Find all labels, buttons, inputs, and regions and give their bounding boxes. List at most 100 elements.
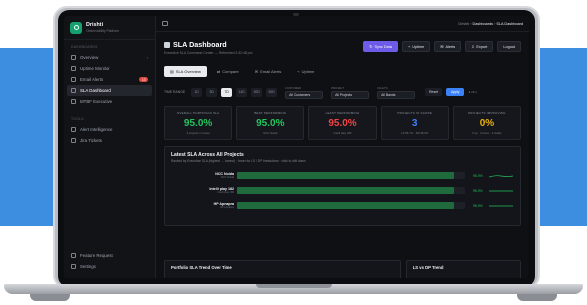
clock-icon: [71, 99, 76, 104]
laptop-foot-right: [517, 294, 557, 301]
breadcrumb-mid[interactable]: Dashboards: [473, 22, 493, 26]
sync-data-button[interactable]: ↻ Sync Data: [363, 41, 398, 52]
customer-select[interactable]: All Customers: [285, 90, 324, 99]
header-actions: ↻ Sync Data ⌁ Uptime ✉ Alerts ⇩ Export Logou…: [363, 41, 521, 52]
brand[interactable]: Drishti Observability Platform: [64, 16, 155, 40]
project-select[interactable]: All Projects: [331, 90, 370, 99]
kpi-card[interactable]: OVERALL PORTFOLIO SLA 95.0% 3 projects i…: [164, 106, 233, 140]
download-icon: ⇩: [471, 45, 475, 49]
sla-bar-fill: [237, 202, 454, 209]
page-subtitle: Executive SLA Command Center — Refreshed…: [164, 51, 253, 55]
tab-email-alerts[interactable]: ✉ Email Alerts: [249, 66, 287, 77]
grid-icon: [71, 55, 76, 60]
chart-icon: ▤: [170, 68, 174, 74]
sidebar-item-overview[interactable]: Overview ›: [64, 52, 155, 63]
sidebar-item-label: Settings: [80, 264, 96, 269]
tab-label: Email Alerts: [260, 68, 282, 74]
apply-button[interactable]: Apply: [445, 88, 465, 96]
range-1d[interactable]: 1D: [191, 87, 203, 97]
sync-data-label: Sync Data: [374, 44, 392, 49]
latest-sla-title: Latest SLA Across All Projects: [171, 152, 244, 158]
pulse-icon: ⌁: [407, 45, 411, 49]
kpi-card[interactable]: PROJECTS IN SCOPE 3 LS 86.7% · DP 98.0%: [380, 106, 449, 140]
section-label-dashboards: DASHBOARDS: [71, 45, 98, 49]
sla-value: 95.0%: [473, 173, 483, 178]
alert-count-badge: 13: [139, 77, 148, 82]
kpi-label: LEAST PERFORMING: [325, 111, 360, 115]
export-label: Export: [476, 44, 488, 49]
page-header: SLA Dashboard Executive SLA Command Cent…: [156, 32, 529, 64]
project-sub: NCC Noida: [220, 176, 234, 179]
compare-icon: ⇄: [216, 68, 221, 74]
sidebar-item-jira[interactable]: Jira Tickets: [64, 135, 155, 146]
range-7d[interactable]: 7D: [221, 87, 233, 97]
sidebar-item-feature-request[interactable]: Feature Request: [64, 250, 155, 261]
tab-sla-overview[interactable]: ▤ SLA Overview: [164, 65, 207, 77]
sidebar-item-settings[interactable]: Settings: [64, 261, 155, 272]
range-90d[interactable]: 90D: [266, 87, 278, 97]
reset-button[interactable]: Reset: [425, 88, 442, 96]
lightbulb-icon: [71, 253, 76, 258]
kpi-subtext: LS 86.7% · DP 98.0%: [401, 131, 429, 135]
mail-icon: ✉: [254, 68, 259, 74]
vaults-filter: VAULTS All Bands: [377, 85, 416, 99]
range-14d[interactable]: 14D: [236, 87, 248, 97]
sla-bar-fill: [237, 187, 454, 194]
kpi-card[interactable]: LEAST PERFORMING 95.0% Intelli play 182: [308, 106, 377, 140]
sidebar-item-alert-intelligence[interactable]: Alert Intelligence: [64, 124, 155, 135]
laptop-foot-left: [30, 294, 70, 301]
chevron-right-icon: ›: [146, 55, 148, 60]
brand-name: Drishti: [86, 22, 104, 28]
sla-value: 95.0%: [473, 188, 483, 193]
breadcrumb-root[interactable]: Drishti: [458, 22, 469, 26]
kpi-subtext: 3 projects in scope: [186, 131, 210, 135]
logout-label: Logout: [503, 44, 515, 49]
section-label-tools: TOOLS: [71, 117, 84, 121]
kpi-subtext: 0 up · 0 down · 3 stable: [472, 131, 502, 135]
kpi-label: PROJECTS IMPROVING: [468, 111, 506, 115]
laptop-hinge-notch: [256, 284, 332, 288]
logout-button[interactable]: Logout: [497, 41, 521, 52]
sla-bar-track: [237, 202, 465, 209]
sidebar-item-mtbf[interactable]: MTBF Executive: [64, 96, 155, 107]
range-30d[interactable]: 30D: [251, 87, 263, 97]
sla-bar-track: [237, 187, 465, 194]
range-3d[interactable]: 3D: [206, 87, 218, 97]
sparkline-icon: [489, 174, 513, 177]
pulse-icon: [71, 66, 76, 71]
sidebar-item-uptime[interactable]: Uptime Monitor: [64, 63, 155, 74]
sidebar-item-label: MTBF Executive: [80, 99, 113, 104]
dashboard-icon: [164, 41, 170, 48]
top-bar: Drishti › Dashboards › SLA Dashboard: [156, 16, 529, 32]
vaults-select[interactable]: All Bands: [377, 90, 416, 99]
tab-uptime[interactable]: ⌁ Uptime: [291, 66, 320, 77]
sidebar-item-sla-dashboard[interactable]: SLA Dashboard: [67, 85, 152, 96]
kpi-card[interactable]: BEST PERFORMING 95.0% NCC Noida: [236, 106, 305, 140]
kpi-card[interactable]: PROJECTS IMPROVING 0% 0 up · 0 down · 3 …: [452, 106, 522, 140]
kpi-subtext: NCC Noida: [263, 131, 278, 135]
export-button[interactable]: ⇩ Export: [465, 41, 494, 52]
kpi-label: OVERALL PORTFOLIO SLA: [176, 111, 220, 115]
tab-compare[interactable]: ⇄ Compare: [211, 66, 245, 77]
kpi-subtext: Intelli play 182: [333, 131, 352, 135]
sla-row[interactable]: Intelli play 182 Intelli play 182 95.0%: [171, 184, 514, 197]
sidebar-toggle-icon[interactable]: [162, 21, 168, 26]
page-title: SLA Dashboard: [164, 40, 252, 49]
sidebar-item-email-alerts[interactable]: Email Alerts 13: [64, 74, 155, 85]
kpi-label: BEST PERFORMING: [254, 111, 287, 115]
project-label: PROJECT: [331, 85, 345, 90]
tab-label: Compare: [222, 68, 239, 74]
gauge-icon: [71, 88, 76, 93]
main-content: Drishti › Dashboards › SLA Dashboard SLA…: [156, 16, 529, 278]
sla-row[interactable]: NCC Noida NCC Noida 95.0%: [171, 169, 514, 182]
uptime-button[interactable]: ⌁ Uptime: [401, 41, 431, 52]
alerts-button[interactable]: ✉ Alerts: [434, 41, 462, 52]
customer-label: CUSTOMER: [285, 85, 302, 90]
customer-filter: CUSTOMER All Customers: [285, 85, 324, 99]
kpi-value: 95.0%: [256, 118, 285, 129]
vaults-label: VAULTS: [377, 85, 388, 90]
breadcrumb-current: SLA Dashboard: [496, 21, 523, 26]
sparkline-icon: [489, 190, 513, 191]
sla-row[interactable]: HP Apnapra HP Apnapra 95.0%: [171, 199, 514, 212]
sla-bar-track: [237, 172, 465, 179]
